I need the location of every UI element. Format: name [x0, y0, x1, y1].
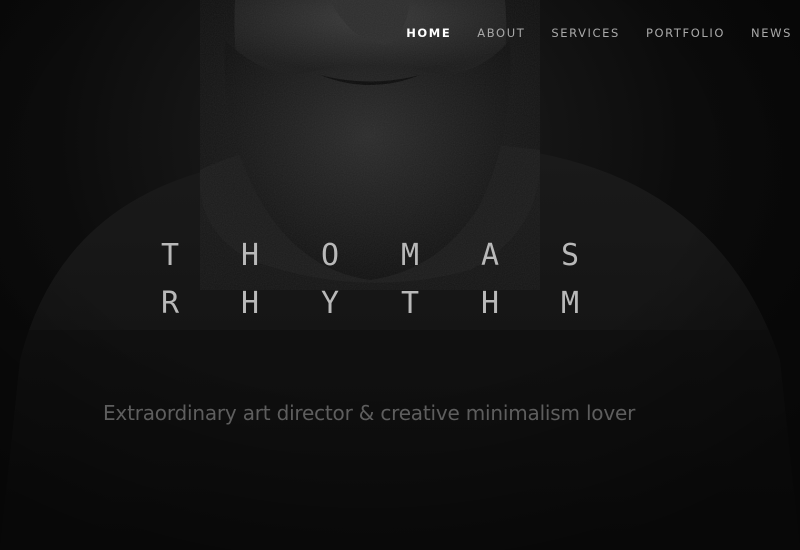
nav-item-services[interactable]: SERVICES: [551, 26, 620, 40]
first-name-letter: M: [400, 238, 420, 273]
last-name-letter: Y: [320, 286, 340, 321]
first-name-letter: A: [480, 238, 500, 273]
first-name: THOMAS: [160, 232, 580, 280]
first-name-letter: H: [240, 238, 260, 273]
nav-item-about[interactable]: ABOUT: [477, 26, 525, 40]
last-name-letter: R: [160, 286, 180, 321]
first-name-letter: O: [320, 238, 340, 273]
hero-name: T H O M A S R H Y T H M: [160, 232, 600, 328]
last-name-letter: M: [560, 286, 580, 321]
first-name-letter: S: [560, 238, 580, 273]
last-name-letter: H: [480, 286, 500, 321]
nav-item-portfolio[interactable]: PORTFOLIO: [646, 26, 725, 40]
hero-section: HOME ABOUT SERVICES PORTFOLIO NEWS T H O M A…: [0, 0, 800, 550]
last-name-letter: T: [400, 286, 420, 321]
main-nav: HOME ABOUT SERVICES PORTFOLIO NEWS: [380, 26, 792, 40]
last-name: RHYTHM: [160, 280, 580, 328]
nav-item-news[interactable]: NEWS: [751, 26, 792, 40]
hero-tagline: Extraordinary art director & creative mi…: [103, 401, 636, 425]
nav-item-home[interactable]: HOME: [406, 26, 451, 40]
last-name-letter: H: [240, 286, 260, 321]
first-name-letter: T: [160, 238, 180, 273]
